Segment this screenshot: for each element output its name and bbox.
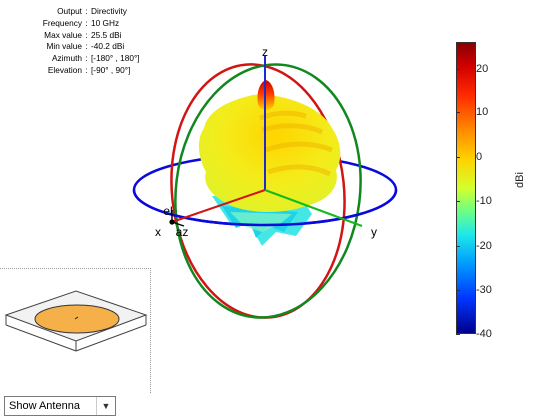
colorbar-tick: -40 xyxy=(456,328,492,340)
axis-label-az: az xyxy=(176,225,189,239)
antenna-preview xyxy=(4,290,148,352)
dropdown-selected-value: Show Antenna xyxy=(9,400,80,412)
colorbar-tick: -30 xyxy=(456,284,492,296)
colorbar-tick: 0 xyxy=(455,151,483,163)
reflector-dish xyxy=(34,304,120,334)
main-lobe xyxy=(198,94,341,212)
colorbar-label: dBi xyxy=(514,172,526,188)
chevron-down-icon[interactable]: ▼ xyxy=(96,397,115,415)
axis-label-x: x xyxy=(155,225,161,239)
axis-label-z: z xyxy=(262,45,268,59)
colorbar-tick: 20 xyxy=(455,63,489,75)
antenna-preview-panel xyxy=(0,268,151,393)
axis-label-el: el xyxy=(163,204,172,218)
colorbar-tick: -20 xyxy=(456,240,492,252)
colorbar-tick: 10 xyxy=(455,106,489,118)
show-antenna-dropdown[interactable]: Show Antenna ▼ xyxy=(4,396,116,416)
axis-label-y: y xyxy=(371,225,377,239)
colorbar-tick: -10 xyxy=(456,195,492,207)
